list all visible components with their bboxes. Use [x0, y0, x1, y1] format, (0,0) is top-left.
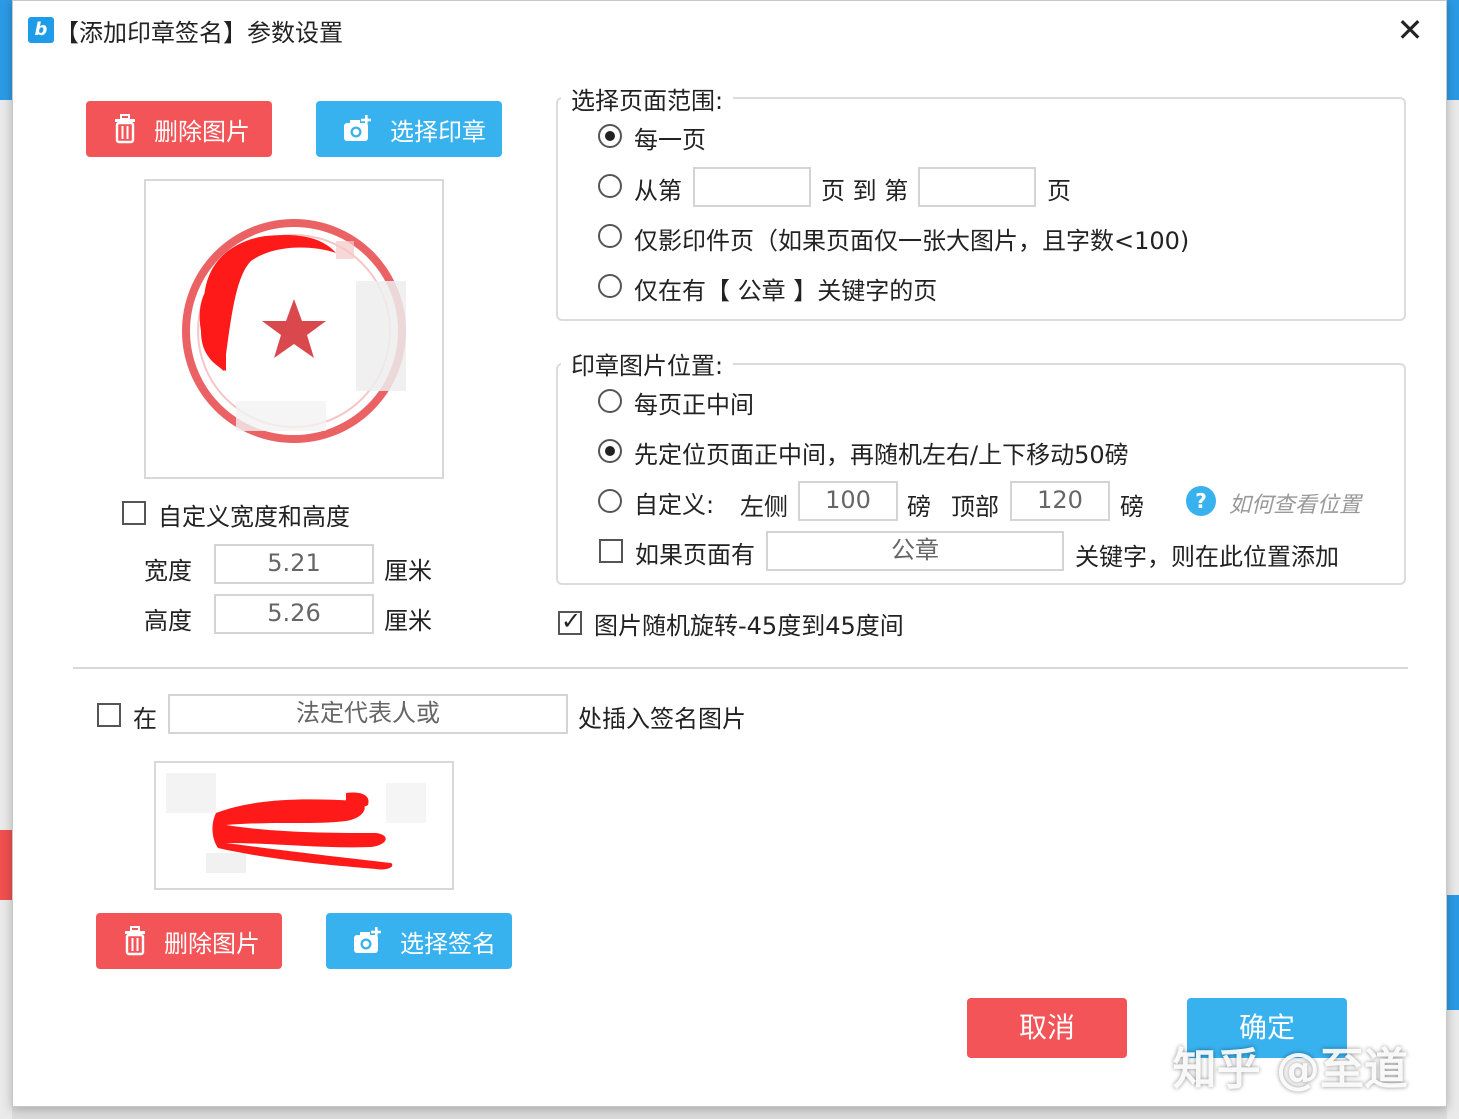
- page-to-input[interactable]: [918, 167, 1036, 207]
- trash-icon: [115, 114, 135, 144]
- page-range-scanned-radio[interactable]: [598, 224, 622, 248]
- title-bar: b 【添加印章签名】参数设置 ✕: [13, 1, 1446, 59]
- position-top-unit: 磅: [1120, 493, 1144, 521]
- custom-size-checkbox[interactable]: [122, 501, 146, 525]
- select-signature-label: 选择签名: [400, 929, 496, 958]
- custom-size-label: 自定义宽度和高度: [158, 503, 350, 531]
- height-unit-label: 厘米: [384, 607, 432, 635]
- delete-stamp-image-label: 删除图片: [154, 117, 250, 146]
- background-app-tab: [0, 0, 12, 100]
- page-range-page-suffix-label: 页: [1047, 177, 1071, 205]
- random-rotate-label: 图片随机旋转-45度到45度间: [594, 612, 904, 640]
- position-left-label: 左侧: [740, 493, 788, 521]
- page-range-keyword-label: 仅在有【 公章 】关键字的页: [634, 277, 938, 305]
- cancel-button[interactable]: 取消: [967, 998, 1127, 1058]
- page-from-input[interactable]: [693, 167, 811, 207]
- position-left-unit: 磅: [907, 493, 931, 521]
- page-range-every-page-label: 每一页: [634, 126, 706, 154]
- width-label: 宽度: [144, 557, 192, 585]
- page-range-from-to-radio[interactable]: [598, 174, 622, 198]
- select-signature-button[interactable]: 选择签名: [326, 913, 512, 969]
- signature-image: [166, 773, 426, 873]
- page-range-keyword-radio[interactable]: [598, 274, 622, 298]
- stamp-image-preview: [144, 179, 444, 479]
- help-icon[interactable]: ?: [1186, 486, 1216, 516]
- position-custom-label: 自定义:: [634, 491, 715, 519]
- position-center-label: 每页正中间: [634, 391, 754, 419]
- page-range-to-label: 页 到 第: [821, 177, 909, 205]
- stamp-position-title: 印章图片位置:: [561, 346, 734, 381]
- settings-dialog: b 【添加印章签名】参数设置 ✕ 删除图片 选择印章 自定义宽度和高度 宽度 5…: [12, 0, 1447, 1107]
- background-app-left: [0, 0, 12, 1119]
- how-to-view-position-link[interactable]: 如何查看位置: [1229, 487, 1361, 519]
- trash-icon: [125, 926, 145, 956]
- width-unit-label: 厘米: [384, 557, 432, 585]
- select-stamp-label: 选择印章: [390, 117, 486, 146]
- insert-signature-checkbox[interactable]: [97, 703, 121, 727]
- keyword-position-checkbox[interactable]: [599, 539, 623, 563]
- position-left-input[interactable]: 100: [798, 481, 898, 521]
- delete-signature-image-button[interactable]: 删除图片: [96, 913, 282, 969]
- watermark-text: 知乎 @至道: [1172, 1044, 1408, 1095]
- keyword-position-input[interactable]: 公章: [766, 531, 1064, 571]
- width-input[interactable]: 5.21: [214, 544, 374, 584]
- delete-stamp-image-button[interactable]: 删除图片: [86, 101, 272, 157]
- position-custom-radio[interactable]: [598, 489, 622, 513]
- keyword-position-suffix: 关键字，则在此位置添加: [1075, 543, 1339, 571]
- position-random-label: 先定位页面正中间，再随机左右/上下移动50磅: [634, 441, 1129, 469]
- position-top-label: 顶部: [951, 493, 999, 521]
- app-logo-icon: b: [28, 17, 54, 43]
- add-photo-icon: [344, 115, 371, 141]
- stamp-image: [182, 219, 406, 443]
- background-app-tab-right: [1447, 0, 1459, 100]
- add-photo-icon: [354, 927, 381, 953]
- signature-image-preview: [154, 761, 454, 890]
- delete-signature-image-label: 删除图片: [164, 929, 260, 958]
- dialog-title: 【添加印章签名】参数设置: [55, 19, 343, 47]
- page-range-from-label: 从第: [634, 177, 682, 205]
- position-top-input[interactable]: 120: [1010, 481, 1110, 521]
- height-label: 高度: [144, 607, 192, 635]
- height-input[interactable]: 5.26: [214, 594, 374, 634]
- position-random-radio[interactable]: [598, 439, 622, 463]
- background-app-button-right: [1447, 895, 1459, 1010]
- page-range-every-page-radio[interactable]: [598, 124, 622, 148]
- random-rotate-checkbox[interactable]: [558, 607, 582, 635]
- signature-keyword-input[interactable]: 法定代表人或: [168, 694, 568, 734]
- close-button[interactable]: ✕: [1396, 13, 1424, 47]
- position-center-radio[interactable]: [598, 389, 622, 413]
- insert-signature-suffix: 处插入签名图片: [578, 705, 746, 733]
- page-range-scanned-label: 仅影印件页（如果页面仅一张大图片，且字数<100): [634, 227, 1190, 255]
- insert-signature-prefix: 在: [133, 705, 157, 733]
- select-stamp-button[interactable]: 选择印章: [316, 101, 502, 157]
- keyword-position-prefix: 如果页面有: [635, 541, 755, 569]
- page-range-title: 选择页面范围:: [561, 81, 734, 116]
- background-app-button: [0, 830, 12, 900]
- section-divider: [73, 667, 1408, 669]
